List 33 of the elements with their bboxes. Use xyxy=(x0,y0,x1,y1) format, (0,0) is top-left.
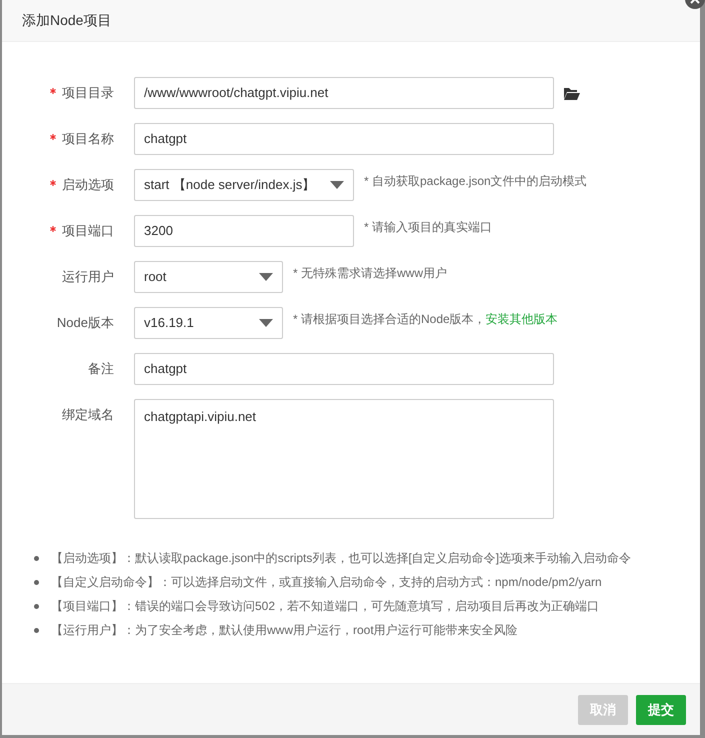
caret-icon xyxy=(259,319,273,327)
input-field[interactable]: /www/wwwroot/chatgpt.vipiu.net xyxy=(134,77,554,109)
input-field[interactable]: 3200 xyxy=(134,215,354,247)
input-field[interactable]: chatgpt xyxy=(134,353,554,385)
field-label: 项目端口 xyxy=(62,222,114,240)
note-text: 【运行用户】：为了安全考虑，默认使用www用户运行，root用户运行可能带来安全风险 xyxy=(51,622,518,639)
select-field[interactable]: v16.19.1 xyxy=(134,307,283,339)
field-label: 项目名称 xyxy=(62,130,114,148)
input-field[interactable]: chatgpt xyxy=(134,123,554,155)
select-field[interactable]: start 【node server/index.js】 xyxy=(134,169,354,201)
bullet-icon xyxy=(34,604,39,608)
note-text: 【启动选项】：默认读取package.json中的scripts列表，也可以选择[自定义启动命令]选项来手动输入启动命令 xyxy=(51,550,632,567)
field-label: Node版本 xyxy=(56,314,114,332)
folder-icon[interactable] xyxy=(564,87,580,100)
field-hint: * 请根据项目选择合适的Node版本， xyxy=(293,311,486,328)
domain-textarea[interactable]: chatgptapi.vipiu.net xyxy=(134,399,554,519)
field-label: 备注 xyxy=(88,360,114,378)
select-field[interactable]: root xyxy=(134,261,283,293)
bullet-icon xyxy=(34,628,39,632)
field-hint: * 请输入项目的真实端口 xyxy=(364,219,492,236)
field-hint: * 无特殊需求请选择www用户 xyxy=(293,265,448,282)
bullet-icon xyxy=(34,556,39,560)
caret-icon xyxy=(259,273,273,281)
field-label: 项目目录 xyxy=(62,84,114,102)
bullet-icon xyxy=(34,580,39,584)
field-hint: * 自动获取package.json文件中的启动模式 xyxy=(364,173,587,190)
note-text: 【项目端口】：错误的端口会导致访问502，若不知道端口，可先随意填写，启动项目后再改为正确端口 xyxy=(51,598,600,615)
field-label: 运行用户 xyxy=(62,268,114,286)
dialog-title: 添加Node项目 xyxy=(22,11,112,30)
field-label: 绑定域名 xyxy=(62,406,114,424)
caret-icon xyxy=(330,181,344,189)
note-text: 【自定义启动命令】：可以选择启动文件，或直接输入启动命令，支持的启动方式：npm/node/pm2/yarn xyxy=(51,574,602,591)
field-label: 启动选项 xyxy=(62,176,114,194)
